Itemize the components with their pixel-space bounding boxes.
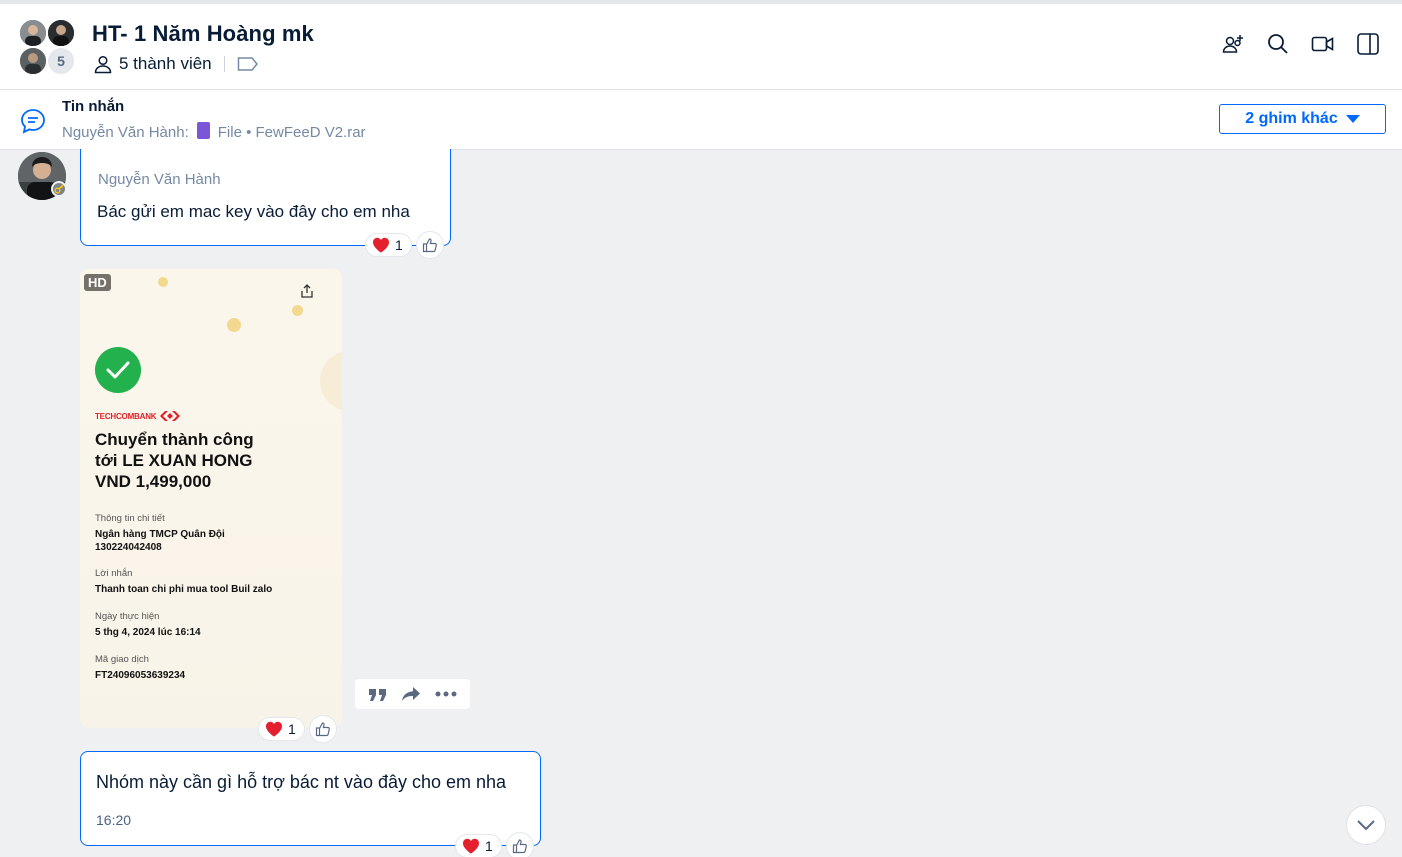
group-name[interactable]: HT- 1 Năm Hoàng mk bbox=[92, 21, 314, 47]
detail-bank: Ngân hàng TMCP Quân Đội bbox=[95, 529, 225, 540]
heart-reaction[interactable]: 1 bbox=[455, 834, 502, 857]
video-call-icon[interactable] bbox=[1311, 32, 1335, 56]
thumbs-up-icon bbox=[512, 838, 528, 854]
note-label: Lời nhắn bbox=[95, 568, 133, 579]
hd-badge: HD bbox=[84, 274, 111, 291]
coin-decoration bbox=[158, 277, 168, 287]
more-pins-button[interactable]: 2 ghim khác bbox=[1219, 104, 1386, 134]
user-icon bbox=[93, 54, 113, 74]
member-avatar bbox=[18, 46, 48, 76]
divider bbox=[223, 56, 225, 72]
search-icon[interactable] bbox=[1266, 32, 1290, 56]
caret-down-icon bbox=[1345, 115, 1360, 123]
tag-icon[interactable] bbox=[237, 56, 259, 72]
more-options-icon[interactable] bbox=[435, 691, 457, 697]
pinned-sender: Nguyễn Văn Hành: bbox=[62, 124, 189, 141]
thumbs-up-icon bbox=[422, 237, 438, 253]
pinned-title: Tin nhắn bbox=[62, 98, 125, 115]
heart-icon bbox=[372, 237, 390, 253]
receipt-title: Chuyển thành công tới LE XUAN HONG VND 1… bbox=[95, 429, 254, 492]
receipt-title-line: Chuyển thành công bbox=[95, 430, 254, 449]
receipt-amount: VND 1,499,000 bbox=[95, 472, 212, 491]
bank-logo-mark bbox=[160, 411, 181, 421]
heart-icon bbox=[265, 721, 283, 737]
forward-icon[interactable] bbox=[401, 686, 421, 702]
member-avatar bbox=[46, 18, 76, 48]
pinned-file-label: File • FewFeeD V2.rar bbox=[217, 124, 366, 141]
conversation-header: 5 HT- 1 Năm Hoàng mk 5 thành viên bbox=[0, 4, 1402, 90]
coin-decoration bbox=[292, 305, 303, 316]
receipt-title-line: tới LE XUAN HONG bbox=[95, 451, 253, 470]
detail-label: Thông tin chi tiết bbox=[95, 513, 165, 524]
success-check-icon bbox=[95, 347, 141, 393]
message-bubble-icon bbox=[19, 107, 47, 140]
file-icon bbox=[196, 122, 210, 139]
header-actions bbox=[1221, 32, 1380, 56]
reaction-bar: 1 bbox=[455, 832, 534, 857]
thumbs-up-icon bbox=[315, 721, 331, 737]
reaction-bar: 1 bbox=[258, 715, 337, 743]
sender-name: Nguyễn Văn Hành bbox=[98, 171, 221, 188]
add-member-icon[interactable] bbox=[1221, 32, 1245, 56]
message-time: 16:20 bbox=[96, 812, 132, 828]
bank-name: TECHCOMBANK bbox=[95, 411, 157, 421]
member-count-badge: 5 bbox=[46, 46, 76, 76]
like-button[interactable] bbox=[308, 715, 337, 743]
heart-reaction[interactable]: 1 bbox=[258, 717, 305, 741]
detail-account: 130224042408 bbox=[95, 542, 162, 553]
coin-decoration bbox=[320, 351, 342, 411]
member-avatar bbox=[18, 18, 48, 48]
scroll-to-bottom-button[interactable] bbox=[1346, 805, 1386, 845]
like-button[interactable] bbox=[415, 231, 444, 259]
pinned-preview: Nguyễn Văn Hành: File • FewFeeD V2.rar bbox=[62, 122, 366, 141]
quote-icon[interactable] bbox=[368, 686, 388, 702]
reaction-bar: 1 bbox=[365, 231, 444, 259]
bank-logo: TECHCOMBANK bbox=[95, 410, 181, 422]
chevron-down-icon bbox=[1356, 819, 1376, 831]
reaction-count: 1 bbox=[288, 721, 296, 737]
message-text: Nhóm này cần gì hỗ trợ bác nt vào đây ch… bbox=[96, 772, 507, 792]
sidebar-toggle-icon[interactable] bbox=[1356, 32, 1380, 56]
group-avatar[interactable]: 5 bbox=[18, 18, 78, 80]
message-text: Bác gửi em mac key vào đây cho em nha bbox=[97, 202, 410, 221]
reaction-count: 1 bbox=[395, 237, 403, 253]
members-row[interactable]: 5 thành viên bbox=[93, 54, 259, 74]
members-label: 5 thành viên bbox=[119, 54, 212, 73]
date-label: Ngày thực hiện bbox=[95, 611, 160, 622]
note-value: Thanh toan chi phi mua tool Buil zalo bbox=[95, 584, 273, 595]
pinned-message-bar[interactable]: Tin nhắn Nguyễn Văn Hành: File • FewFeeD… bbox=[0, 90, 1402, 150]
txn-value: FT24096053639234 bbox=[95, 670, 186, 681]
reaction-count: 1 bbox=[485, 838, 493, 854]
key-icon bbox=[51, 181, 67, 197]
heart-icon bbox=[462, 838, 480, 854]
heart-reaction[interactable]: 1 bbox=[365, 233, 412, 257]
message-bubble[interactable]: Nhóm này cần gì hỗ trợ bác nt vào đây ch… bbox=[80, 751, 541, 846]
coin-decoration bbox=[227, 318, 241, 332]
transfer-receipt-image[interactable]: HD TECHCOMBANK Chuyển thành công tới LE … bbox=[80, 269, 342, 728]
share-icon[interactable] bbox=[299, 283, 315, 304]
detail-value: Ngân hàng TMCP Quân Đội 130224042408 bbox=[95, 528, 225, 554]
more-pins-label: 2 ghim khác bbox=[1245, 110, 1338, 127]
like-button[interactable] bbox=[505, 832, 534, 857]
date-value: 5 thg 4, 2024 lúc 16:14 bbox=[95, 627, 201, 638]
message-actions bbox=[355, 679, 470, 709]
txn-label: Mã giao dịch bbox=[95, 654, 149, 665]
